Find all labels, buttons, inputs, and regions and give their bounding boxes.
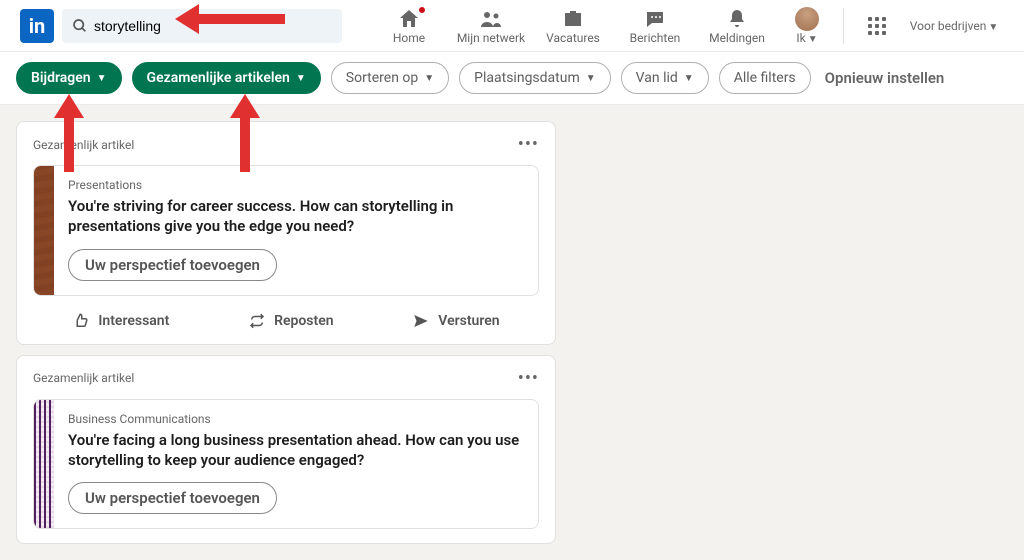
card-type-label: Gezamenlijk artikel: [33, 371, 134, 385]
filter-date[interactable]: Plaatsingsdatum▼: [459, 62, 611, 94]
nav-me-label: Ik▼: [796, 31, 817, 45]
article-card: Gezamenlijk artikel ••• Presentations Yo…: [16, 121, 556, 345]
card-actions: Interessant Reposten Versturen: [33, 312, 539, 330]
briefcase-icon: [561, 7, 585, 31]
nav-network-label: Mijn netwerk: [457, 31, 525, 45]
nav-jobs[interactable]: Vacatures: [533, 7, 613, 45]
feed: Gezamenlijk artikel ••• Presentations Yo…: [16, 121, 556, 544]
top-nav: Home Mijn netwerk Vacatures Berichten Me…: [369, 7, 1004, 45]
filter-from-member[interactable]: Van lid▼: [621, 62, 709, 94]
nav-messages-label: Berichten: [630, 31, 681, 45]
linkedin-logo[interactable]: in: [20, 9, 54, 43]
thumbs-up-icon: [72, 312, 90, 330]
apps-icon: [868, 17, 886, 35]
global-header: in Home Mijn netwerk Vacatures: [0, 0, 1024, 52]
nav-business-label: Voor bedrijven▼: [910, 19, 998, 33]
article-inner[interactable]: Presentations You're striving for career…: [33, 165, 539, 296]
network-icon: [479, 7, 503, 31]
nav-home-label: Home: [393, 31, 425, 45]
send-icon: [412, 312, 430, 330]
nav-me[interactable]: Ik▼: [779, 7, 835, 45]
filter-collab-articles[interactable]: Gezamenlijke artikelen▼: [132, 62, 321, 94]
repost-button[interactable]: Reposten: [248, 312, 333, 330]
nav-notifications[interactable]: Meldingen: [697, 7, 777, 45]
send-label: Versturen: [438, 313, 499, 329]
nav-home[interactable]: Home: [369, 7, 449, 45]
card-menu-icon[interactable]: •••: [518, 368, 539, 389]
nav-business[interactable]: Voor bedrijven▼: [904, 19, 1004, 33]
like-label: Interessant: [98, 313, 169, 329]
nav-messages[interactable]: Berichten: [615, 7, 695, 45]
article-inner[interactable]: Business Communications You're facing a …: [33, 399, 539, 530]
add-perspective-button[interactable]: Uw perspectief toevoegen: [68, 482, 277, 514]
article-thumbnail: [34, 166, 54, 295]
filter-sort[interactable]: Sorteren op▼: [331, 62, 449, 94]
nav-jobs-label: Vacatures: [546, 31, 600, 45]
add-perspective-button[interactable]: Uw perspectief toevoegen: [68, 249, 277, 281]
search-icon: [72, 18, 88, 34]
filter-bar: Bijdragen▼ Gezamenlijke artikelen▼ Sorte…: [0, 52, 1024, 105]
nav-network[interactable]: Mijn netwerk: [451, 7, 531, 45]
filter-reset[interactable]: Opnieuw instellen: [825, 69, 945, 87]
card-menu-icon[interactable]: •••: [518, 134, 539, 155]
article-card: Gezamenlijk artikel ••• Business Communi…: [16, 355, 556, 545]
filter-contributions[interactable]: Bijdragen▼: [16, 62, 122, 94]
messages-icon: [643, 7, 667, 31]
article-title: You're striving for career success. How …: [68, 196, 524, 237]
search-container[interactable]: [62, 9, 342, 43]
avatar: [795, 7, 819, 31]
card-type-label: Gezamenlijk artikel: [33, 138, 134, 152]
repost-icon: [248, 312, 266, 330]
article-title: You're facing a long business presentati…: [68, 430, 524, 471]
content-area: Gezamenlijk artikel ••• Presentations Yo…: [0, 105, 1024, 560]
nav-notifications-label: Meldingen: [709, 31, 765, 45]
nav-separator: [843, 8, 844, 44]
like-button[interactable]: Interessant: [72, 312, 169, 330]
search-input[interactable]: [94, 18, 332, 34]
send-button[interactable]: Versturen: [412, 312, 499, 330]
repost-label: Reposten: [274, 313, 333, 329]
bell-icon: [725, 7, 749, 31]
article-category: Business Communications: [68, 412, 524, 426]
nav-apps[interactable]: [852, 14, 902, 38]
article-thumbnail: [34, 400, 54, 529]
filter-all[interactable]: Alle filters: [719, 62, 811, 94]
notification-badge: [417, 5, 427, 15]
article-category: Presentations: [68, 178, 524, 192]
